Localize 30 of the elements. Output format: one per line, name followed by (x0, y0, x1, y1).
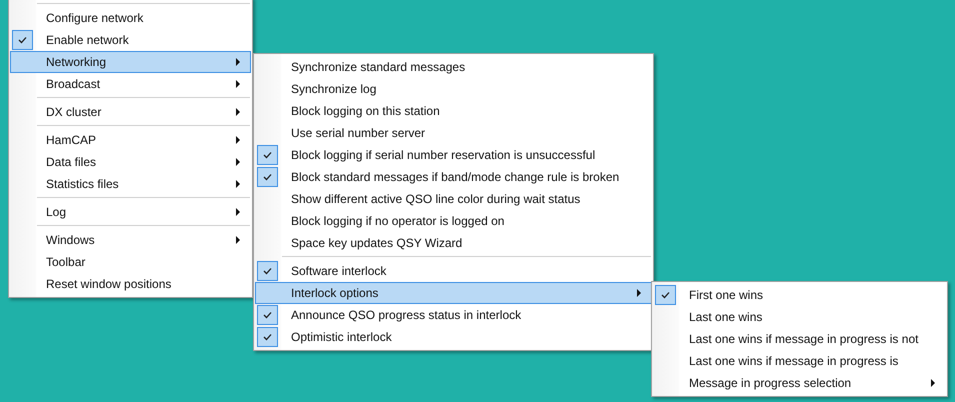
menu-item[interactable]: Windows (10, 229, 251, 251)
menu-item[interactable]: Networking (10, 51, 251, 73)
menu-item[interactable]: Enable network (10, 29, 251, 51)
menu-item[interactable]: HamCAP (10, 129, 251, 151)
menu-item[interactable]: Reset window positions (10, 273, 251, 295)
menu-item[interactable]: Block logging if no operator is logged on (255, 210, 652, 232)
menu-item[interactable]: Space key updates QSY Wizard (255, 232, 652, 254)
menu-item[interactable]: Synchronize log (255, 78, 652, 100)
menu-item[interactable]: Broadcast (10, 73, 251, 95)
menu-item[interactable]: Message in progress selection (653, 372, 946, 394)
menu-item[interactable]: Log (10, 201, 251, 223)
menu-item[interactable]: Synchronize standard messages (255, 56, 652, 78)
menu-item[interactable]: Toolbar (10, 251, 251, 273)
menu-item[interactable]: First one wins (653, 284, 946, 306)
menu-item[interactable]: Block logging if serial number reservation is unsuccessful (255, 144, 652, 166)
menu-item[interactable]: Last one wins if message in progress is not (653, 328, 946, 350)
menu-item[interactable]: Block standard messages if band/mode change rule is broken (255, 166, 652, 188)
menu-item[interactable]: Optimistic interlock (255, 326, 652, 348)
menu-item[interactable]: Last one wins (653, 306, 946, 328)
menu-item[interactable]: Last one wins if message in progress is (653, 350, 946, 372)
menu-item[interactable]: Announce QSO progress status in interlock (255, 304, 652, 326)
menu-item[interactable]: Configure network (10, 7, 251, 29)
menu-item[interactable]: Use serial number server (255, 122, 652, 144)
menu-item[interactable]: Block logging on this station (255, 100, 652, 122)
menu-item[interactable]: Statistics files (10, 173, 251, 195)
menu-item[interactable]: DX cluster (10, 101, 251, 123)
menu-item[interactable]: Software interlock (255, 260, 652, 282)
menu-item[interactable]: Show different active QSO line color during wait status (255, 188, 652, 210)
menu-item[interactable]: Interlock options (255, 282, 652, 304)
menu-item[interactable]: Data files (10, 151, 251, 173)
